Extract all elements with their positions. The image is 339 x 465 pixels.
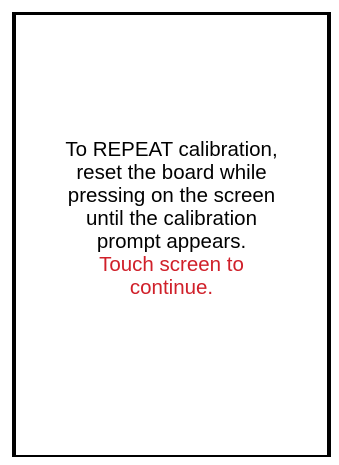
continue-prompt-line-1: Touch screen to: [99, 253, 244, 276]
continue-prompt-line-2: continue.: [129, 276, 214, 299]
touch-screen[interactable]: To REPEAT calibration, reset the board w…: [12, 12, 331, 457]
calibration-message: To REPEAT calibration, reset the board w…: [16, 138, 327, 299]
instruction-line-1: To REPEAT calibration,: [65, 138, 278, 161]
instruction-line-4: until the calibration: [86, 207, 257, 230]
instruction-line-2: reset the board while: [76, 161, 267, 184]
instruction-line-3: pressing on the screen: [67, 184, 276, 207]
instruction-line-5: prompt appears.: [96, 230, 247, 253]
